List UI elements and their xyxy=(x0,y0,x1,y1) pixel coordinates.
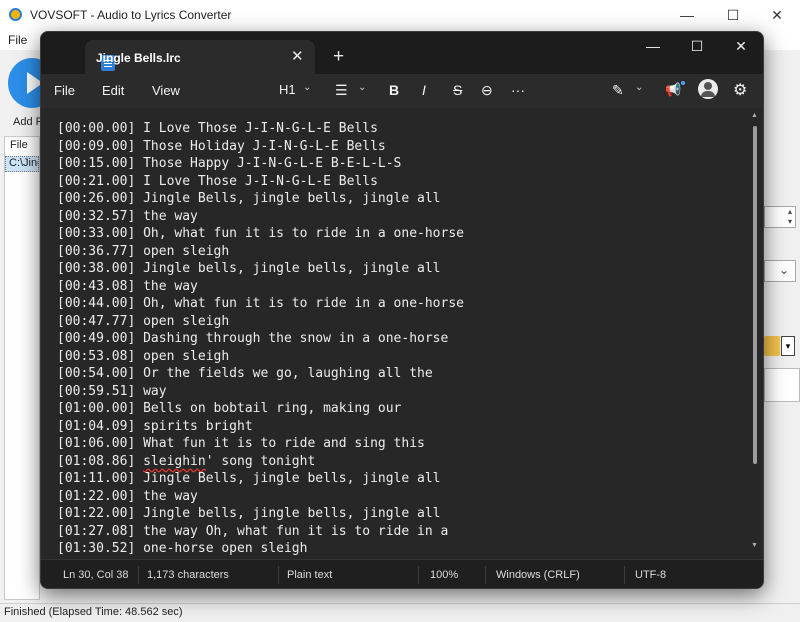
editor-line[interactable]: [01:08.86] sleighin' song tonight xyxy=(57,453,464,471)
menu-edit[interactable]: Edit xyxy=(102,83,124,98)
list-icon[interactable]: ☰ xyxy=(335,82,348,99)
editor-line[interactable]: [01:11.00] Jingle Bells, jingle bells, j… xyxy=(57,470,464,488)
copilot-icon[interactable]: ✎ xyxy=(612,82,624,99)
scroll-down-icon[interactable]: ▼ xyxy=(751,542,758,549)
editor-line[interactable]: [01:30.52] one-horse open sleigh xyxy=(57,540,464,558)
editor-line[interactable]: [00:21.00] I Love Those J-I-N-G-L-E Bell… xyxy=(57,173,464,191)
copilot-chevron-icon[interactable]: ⌄ xyxy=(635,82,643,93)
scroll-up-icon[interactable]: ▲ xyxy=(751,112,758,119)
output-textbox[interactable] xyxy=(764,368,800,402)
settings-gear-icon[interactable]: ⚙ xyxy=(733,80,747,100)
notification-dot-icon xyxy=(681,81,685,85)
editor-line[interactable]: [00:53.08] open sleigh xyxy=(57,348,464,366)
editor-line[interactable]: [01:22.00] Jingle bells, jingle bells, j… xyxy=(57,505,464,523)
editor-line[interactable]: [01:06.00] What fun it is to ride and si… xyxy=(57,435,464,453)
vovsoft-status-text: Finished (Elapsed Time: 48.562 sec) xyxy=(4,606,183,618)
editor-line[interactable]: [00:36.77] open sleigh xyxy=(57,243,464,261)
tab-close-icon[interactable]: ✕ xyxy=(291,47,304,65)
spelling-error-underline[interactable]: sleighin xyxy=(143,454,206,469)
notepad-minimize-button[interactable]: — xyxy=(633,38,673,54)
editor-line[interactable]: [00:38.00] Jingle bells, jingle bells, j… xyxy=(57,260,464,278)
editor-line[interactable]: [00:00.00] I Love Those J-I-N-G-L-E Bell… xyxy=(57,120,464,138)
vertical-scrollbar-thumb[interactable] xyxy=(753,126,757,464)
editor-line[interactable]: [00:44.00] Oh, what fun it is to ride in… xyxy=(57,295,464,313)
status-separator xyxy=(138,566,139,584)
add-files-label[interactable]: Add F xyxy=(13,116,42,128)
link-icon[interactable]: ⊖ xyxy=(481,82,493,99)
editor-line[interactable]: [00:15.00] Those Happy J-I-N-G-L-E B-E-L… xyxy=(57,155,464,173)
folder-dropdown-button[interactable]: ▾ xyxy=(781,336,795,356)
notepad-window: Jingle Bells.lrc ✕ + — ☐ ✕ File Edit Vie… xyxy=(40,31,764,589)
status-cursor-position: Ln 30, Col 38 xyxy=(63,569,129,581)
status-separator xyxy=(624,566,625,584)
spin-input[interactable] xyxy=(764,206,796,228)
megaphone-icon[interactable]: 📢 xyxy=(665,82,681,98)
notepad-close-button[interactable]: ✕ xyxy=(721,38,761,55)
status-separator xyxy=(418,566,419,584)
tab-title[interactable]: Jingle Bells.lrc xyxy=(96,51,181,65)
vovsoft-title: VOVSOFT - Audio to Lyrics Converter xyxy=(30,8,232,22)
status-format[interactable]: Plain text xyxy=(287,569,332,581)
menu-view[interactable]: View xyxy=(152,83,180,98)
new-tab-button[interactable]: + xyxy=(333,46,344,68)
editor-line[interactable]: [00:49.00] Dashing through the snow in a… xyxy=(57,330,464,348)
avatar[interactable] xyxy=(698,79,718,99)
italic-button[interactable]: I xyxy=(422,82,426,98)
editor-line[interactable]: [00:26.00] Jingle Bells, jingle bells, j… xyxy=(57,190,464,208)
editor-line[interactable]: [00:47.77] open sleigh xyxy=(57,313,464,331)
status-separator xyxy=(485,566,486,584)
vovsoft-close-button[interactable]: ✕ xyxy=(754,0,800,30)
folder-icon[interactable] xyxy=(764,336,780,356)
status-separator xyxy=(278,566,279,584)
editor-content[interactable]: [00:00.00] I Love Those J-I-N-G-L-E Bell… xyxy=(57,120,464,558)
editor-line[interactable]: [00:09.00] Those Holiday J-I-N-G-L-E Bel… xyxy=(57,138,464,156)
menu-file[interactable]: File xyxy=(54,83,75,98)
text-editor[interactable]: [00:00.00] I Love Those J-I-N-G-L-E Bell… xyxy=(41,108,763,559)
vovsoft-menu-file[interactable]: File xyxy=(8,33,27,47)
status-line-ending[interactable]: Windows (CRLF) xyxy=(496,569,580,581)
editor-line[interactable]: [00:59.51] way xyxy=(57,383,464,401)
heading-chevron-icon[interactable]: ⌄ xyxy=(303,82,311,93)
notepad-statusbar: Ln 30, Col 38 1,173 characters Plain tex… xyxy=(41,559,763,588)
editor-line[interactable]: [01:04.09] spirits bright xyxy=(57,418,464,436)
editor-line[interactable]: [00:32.57] the way xyxy=(57,208,464,226)
editor-line[interactable]: [00:43.08] the way xyxy=(57,278,464,296)
notepad-menubar: File Edit View H1 ⌄ ☰ ⌄ B I S ⊖ ··· ✎ ⌄ … xyxy=(41,74,763,108)
notepad-maximize-button[interactable]: ☐ xyxy=(677,38,717,55)
vovsoft-minimize-button[interactable]: — xyxy=(664,0,710,30)
status-encoding[interactable]: UTF-8 xyxy=(635,569,666,581)
file-list[interactable] xyxy=(4,136,40,600)
vovsoft-app-icon xyxy=(9,8,22,21)
notepad-tabbar: Jingle Bells.lrc ✕ + — ☐ ✕ xyxy=(41,32,763,74)
file-list-header[interactable]: File xyxy=(10,139,28,151)
vovsoft-maximize-button[interactable]: ☐ xyxy=(710,0,756,30)
editor-line[interactable]: [01:22.00] the way xyxy=(57,488,464,506)
editor-line[interactable]: [01:00.00] Bells on bobtail ring, making… xyxy=(57,400,464,418)
file-list-row[interactable]: C:\Jing xyxy=(5,156,39,172)
status-character-count: 1,173 characters xyxy=(147,569,229,581)
heading-dropdown[interactable]: H1 xyxy=(279,82,296,97)
language-combo[interactable] xyxy=(764,260,796,282)
editor-line[interactable]: [00:54.00] Or the fields we go, laughing… xyxy=(57,365,464,383)
more-options-button[interactable]: ··· xyxy=(511,82,525,98)
list-chevron-icon[interactable]: ⌄ xyxy=(358,82,366,93)
editor-line[interactable]: [00:33.00] Oh, what fun it is to ride in… xyxy=(57,225,464,243)
bold-button[interactable]: B xyxy=(389,82,399,98)
strikethrough-button[interactable]: S xyxy=(453,82,462,98)
status-zoom[interactable]: 100% xyxy=(430,569,458,581)
editor-line[interactable]: [01:27.08] the way Oh, what fun it is to… xyxy=(57,523,464,541)
